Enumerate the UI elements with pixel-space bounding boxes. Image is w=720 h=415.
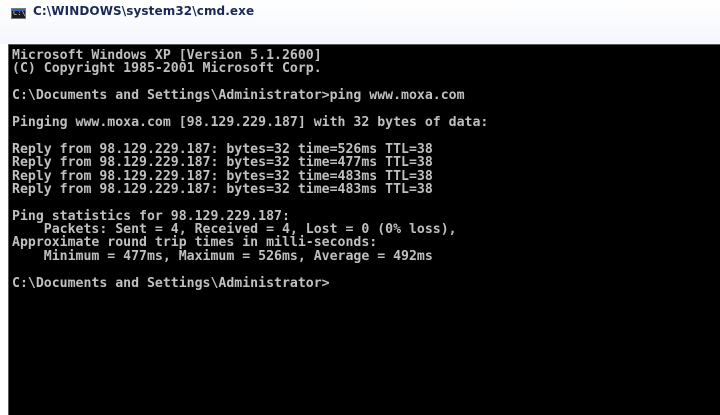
- console-prompt[interactable]: C:\Documents and Settings\Administrator>: [12, 276, 716, 290]
- console-line-copyright: (C) Copyright 1985-2001 Microsoft Corp.: [12, 61, 322, 77]
- window-title: C:\WINDOWS\system32\cmd.exe: [33, 4, 255, 18]
- console-line-pinging: Pinging www.moxa.com [98.129.229.187] wi…: [12, 114, 489, 130]
- console-area[interactable]: Microsoft Windows XP [Version 5.1.2600] …: [8, 44, 720, 415]
- console-line-reply: Reply from 98.129.229.187: bytes=32 time…: [12, 181, 433, 197]
- title-bar[interactable]: C:\ C:\WINDOWS\system32\cmd.exe: [0, 0, 720, 44]
- console-line-reply: Reply from 98.129.229.187: bytes=32 time…: [12, 155, 433, 171]
- cmd-window: C:\ C:\WINDOWS\system32\cmd.exe Microsof…: [0, 0, 720, 415]
- console-line-rtt-header: Approximate round trip times in milli-se…: [12, 235, 378, 251]
- console-output[interactable]: Microsoft Windows XP [Version 5.1.2600] …: [12, 49, 716, 409]
- cmd-app-icon[interactable]: C:\: [11, 8, 26, 19]
- icon-title-strip: [12, 9, 25, 11]
- console-line-rtt-values: Minimum = 477ms, Maximum = 526ms, Averag…: [12, 248, 433, 264]
- console-line-ping-command: C:\Documents and Settings\Administrator>…: [12, 88, 465, 104]
- console-line-reply: Reply from 98.129.229.187: bytes=32 time…: [12, 168, 433, 184]
